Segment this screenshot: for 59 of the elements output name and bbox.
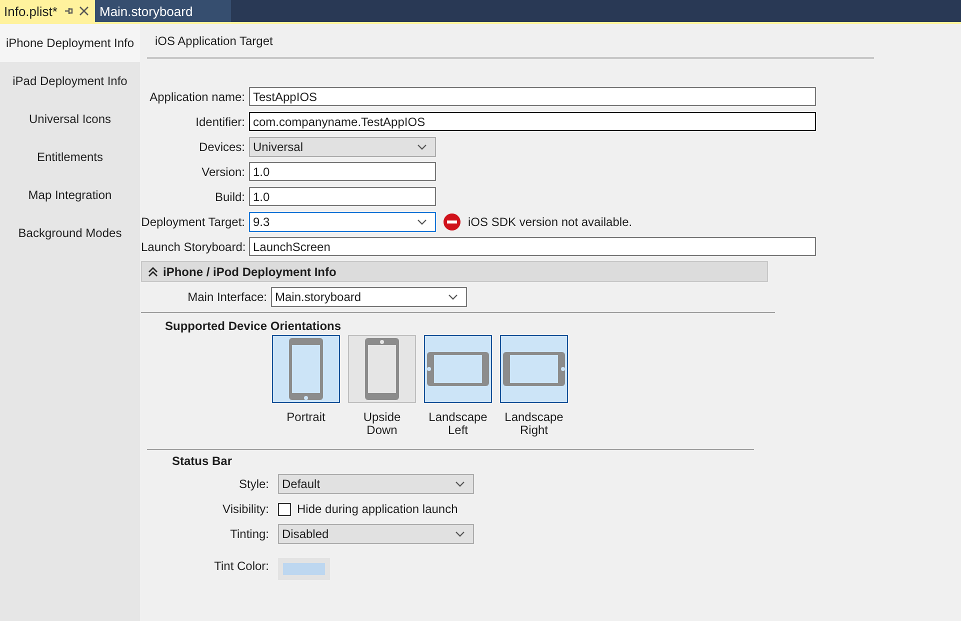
field-label: Devices:: [198, 140, 246, 154]
dropdown[interactable]: Disabled: [278, 524, 474, 544]
sidebar-item[interactable]: Map Integration: [0, 176, 140, 214]
input-field[interactable]: TestAppIOS: [249, 87, 816, 106]
phone-drawing: [502, 351, 566, 387]
field-label: Identifier:: [194, 114, 246, 128]
orientation-label: Landscape Right: [504, 411, 564, 437]
combo-box[interactable]: Main.storyboard: [271, 286, 467, 306]
field-label: Version:: [200, 164, 246, 178]
sidebar-item[interactable]: Universal Icons: [0, 100, 140, 138]
group-title: Status Bar: [172, 454, 234, 468]
field-label: Application name:: [148, 90, 246, 104]
checkbox-label: Hide during application launch: [297, 502, 458, 516]
field-label: Tint Color:: [214, 559, 269, 573]
sidebar-item[interactable]: iPhone Deployment Info: [0, 24, 140, 62]
error-icon: [443, 212, 461, 230]
checkbox[interactable]: [278, 502, 291, 516]
caret-icon: [455, 481, 465, 487]
close-icon: [79, 6, 90, 16]
phone-drawing: [364, 337, 400, 401]
caret-icon: [417, 218, 427, 224]
orientation-toggle[interactable]: [272, 335, 340, 403]
caret-icon: [417, 144, 427, 150]
input-field[interactable]: 1.0: [249, 162, 436, 181]
sidebar-item[interactable]: iPad Deployment Info: [0, 62, 140, 100]
field-label: Tinting:: [230, 527, 269, 541]
color-picker[interactable]: [278, 558, 330, 580]
caret-icon: [448, 294, 458, 300]
collapse-icon: [148, 266, 158, 276]
sidebar-item[interactable]: Background Modes: [0, 214, 140, 252]
caret-icon: [455, 531, 465, 537]
combo-box[interactable]: 9.3: [249, 212, 436, 232]
field-label: Style:: [238, 477, 269, 491]
input-field[interactable]: LaunchScreen: [249, 237, 816, 256]
field-label: Build:: [214, 190, 246, 204]
field-label: Visibility:: [222, 502, 269, 516]
phone-drawing: [288, 337, 324, 401]
sidebar-item[interactable]: Entitlements: [0, 138, 140, 176]
section-header[interactable]: iPhone / iPod Deployment Info: [141, 261, 768, 282]
section-title: iOS Application Target: [155, 34, 273, 48]
orientation-toggle[interactable]: [424, 335, 492, 403]
input-field[interactable]: 1.0: [249, 187, 436, 206]
orientation-label: Upside Down: [362, 411, 402, 437]
dropdown[interactable]: Default: [278, 474, 474, 494]
field-label: Launch Storyboard:: [141, 240, 247, 254]
orientation-label: Portrait: [286, 411, 326, 424]
group-title: Supported Device Orientations: [165, 319, 342, 333]
error-message: iOS SDK version not available.: [468, 214, 632, 228]
input-field[interactable]: com.companyname.TestAppIOS: [249, 112, 816, 131]
orientation-label: Landscape Left: [428, 411, 488, 437]
phone-drawing: [426, 351, 490, 387]
pin-icon: [63, 6, 74, 16]
field-label: Deployment Target:: [141, 214, 246, 228]
field-label: Main Interface:: [186, 290, 268, 304]
dropdown[interactable]: Universal: [249, 136, 436, 156]
orientation-toggle[interactable]: [348, 335, 416, 403]
orientation-toggle[interactable]: [500, 335, 568, 403]
document-tab[interactable]: Info.plist*: [0, 0, 96, 22]
document-tab[interactable]: Main.storyboard: [95, 0, 232, 22]
